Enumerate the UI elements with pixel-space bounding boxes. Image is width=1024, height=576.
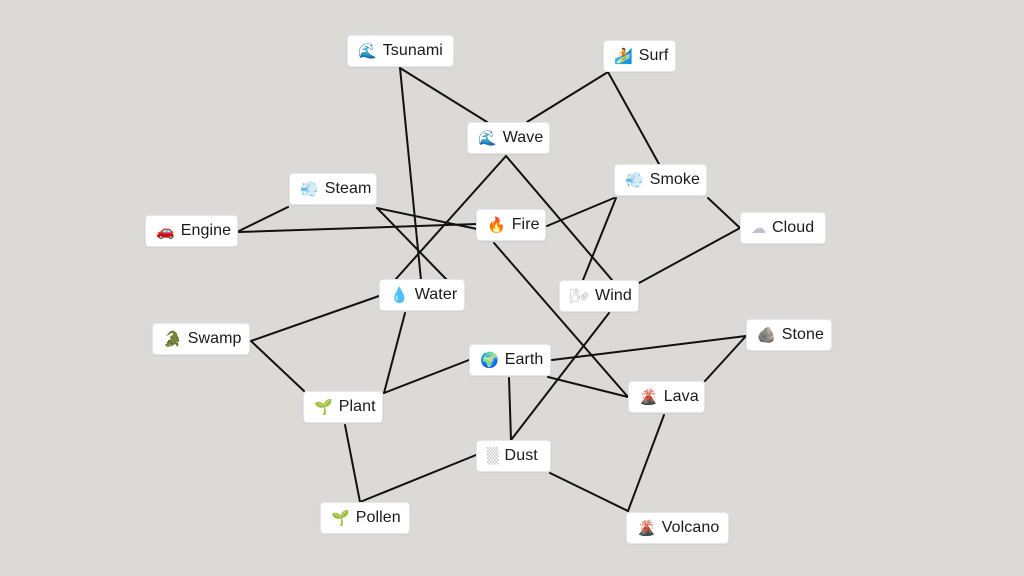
edge-swamp-plant [250,340,305,392]
edge-dust-pollen [359,454,477,503]
element-water[interactable]: 💧 Water [379,279,465,311]
element-volcano[interactable]: 🌋 Volcano [626,512,729,544]
edge-tsunami-wave [399,67,488,123]
element-label: Smoke [649,171,700,188]
dust-icon: ▒ [487,446,499,465]
element-smoke[interactable]: 💨 Smoke [614,164,707,196]
element-engine[interactable]: 🚗 Engine [145,215,238,247]
element-cloud[interactable]: ☁ Cloud [740,212,826,244]
element-label: Volcano [661,519,720,536]
droplet-icon: 💧 [390,285,409,304]
element-wave[interactable]: 🌊 Wave [467,122,550,154]
edge-earth-plant [383,359,470,394]
edge-cloud-wind [638,227,741,284]
element-label: Surf [638,47,669,64]
element-surf[interactable]: 🏄 Surf [603,40,676,72]
edge-stone-lava [704,335,747,382]
edge-earth-lava [547,376,629,398]
element-label: Dust [504,447,538,464]
steam-cloud-icon: 💨 [300,179,319,198]
element-label: Pollen [355,509,401,526]
element-dust[interactable]: ▒ Dust [476,440,551,472]
element-earth[interactable]: 🌍 Earth [469,344,551,376]
edge-lava-volcano [627,414,665,512]
surfer-icon: 🏄 [614,46,633,65]
edge-water-swamp [250,295,380,342]
element-label: Stone [781,326,824,343]
globe-icon: 🌍 [480,350,499,369]
edge-smoke-cloud [707,197,741,229]
element-label: Engine [180,222,232,239]
edge-surf-smoke [607,71,660,165]
element-plant[interactable]: 🌱 Plant [303,391,383,423]
element-label: Cloud [772,219,815,236]
wave-icon: 🌊 [478,128,497,147]
element-label: Wind [595,287,632,304]
element-swamp[interactable]: 🐊 Swamp [152,323,250,355]
cloud-icon: ☁ [751,218,766,237]
edge-smoke-wind [582,197,617,281]
volcano-icon: 🌋 [639,387,658,406]
element-wind[interactable]: 🌬 Wind [559,280,639,312]
edge-dust-volcano [549,472,629,512]
seedling-icon: 🌱 [314,397,333,416]
volcano-icon: 🌋 [637,518,656,537]
wave-icon: 🌊 [358,41,377,60]
edge-steam-engine [238,206,289,232]
element-label: Tsunami [382,42,443,59]
swamp-creature-icon: 🐊 [163,329,182,348]
element-label: Fire [511,216,540,233]
edge-water-plant [383,312,406,394]
seedling-icon: 🌱 [331,508,350,527]
edge-steam-water [376,207,448,281]
element-tsunami[interactable]: 🌊 Tsunami [347,35,454,67]
element-label: Lava [663,388,699,405]
element-pollen[interactable]: 🌱 Pollen [320,502,410,534]
element-label: Water [414,286,458,303]
edge-plant-pollen [344,424,361,503]
element-label: Earth [504,351,544,368]
smoke-cloud-icon: 💨 [625,170,644,189]
element-steam[interactable]: 💨 Steam [289,173,377,205]
element-stone[interactable]: 🪨 Stone [746,319,832,351]
edge-layer [238,67,747,512]
fire-icon: 🔥 [487,215,506,234]
element-lava[interactable]: 🌋 Lava [628,381,705,413]
edge-tsunami-water [399,67,422,281]
edge-fire-smoke [546,197,615,227]
element-fire[interactable]: 🔥 Fire [476,209,546,241]
element-label: Steam [324,180,372,197]
element-label: Plant [338,398,376,415]
element-label: Swamp [187,330,242,347]
edge-wind-dust [510,312,610,441]
edge-surf-wave [526,71,609,123]
element-label: Wave [502,129,544,146]
car-icon: 🚗 [156,221,175,240]
wind-icon: 🌬 [570,286,590,305]
rock-icon: 🪨 [757,325,776,344]
edge-earth-dust [508,377,512,441]
